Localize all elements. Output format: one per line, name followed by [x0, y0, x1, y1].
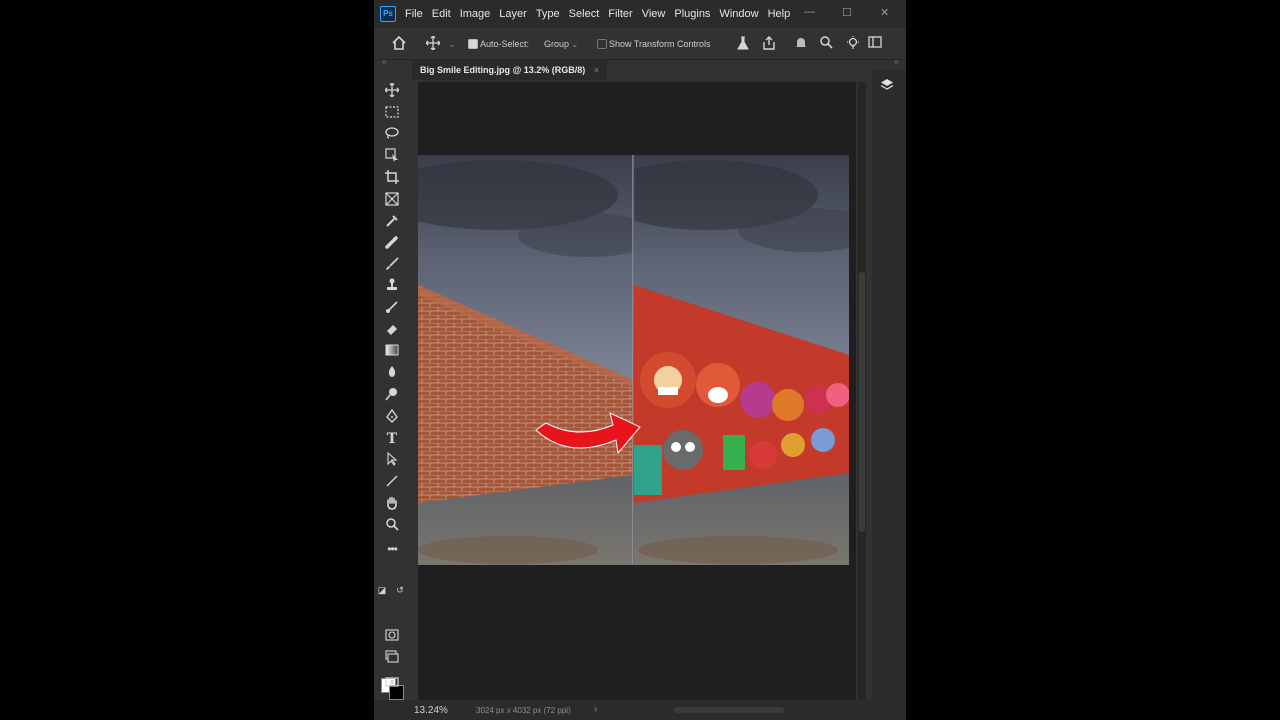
path-select-tool-icon[interactable]	[383, 451, 401, 470]
auto-select-mode-dropdown[interactable]: Group	[544, 39, 569, 49]
workspace-icon[interactable]	[868, 36, 882, 51]
menu-edit[interactable]: Edit	[432, 8, 451, 20]
crop-tool-icon[interactable]	[383, 170, 401, 188]
history-brush-tool-icon[interactable]	[383, 300, 401, 318]
collapse-left-icon[interactable]: «	[382, 57, 386, 66]
vertical-scroll-thumb[interactable]	[859, 272, 865, 532]
more-tools-icon[interactable]: •••	[383, 540, 401, 558]
document-tab-title: Big Smile Editing.jpg @ 13.2% (RGB/8)	[420, 65, 586, 75]
hand-tool-icon[interactable]	[383, 496, 401, 514]
collapse-right-icon[interactable]: »	[894, 57, 898, 66]
move-tool-icon[interactable]	[383, 82, 401, 101]
eraser-tool-icon[interactable]	[383, 322, 401, 340]
capture-icon[interactable]	[383, 674, 401, 692]
transform-controls-label: Show Transform Controls	[609, 39, 711, 49]
line-tool-icon[interactable]	[383, 474, 401, 492]
clone-stamp-tool-icon[interactable]	[383, 278, 401, 296]
right-panel-dock	[872, 70, 906, 700]
menu-bar: Ps File Edit Image Layer Type Select Fil…	[374, 0, 906, 28]
menu-filter[interactable]: Filter	[608, 8, 632, 20]
menu-layer[interactable]: Layer	[499, 8, 527, 20]
swap-colors-icon[interactable]: ↺	[395, 581, 405, 599]
menu-window[interactable]: Window	[719, 8, 758, 20]
type-tool-icon[interactable]: T	[383, 430, 401, 448]
before-after-image	[418, 155, 849, 565]
tools-panel: T ••• ◪ ↺	[374, 78, 410, 700]
eyedropper-tool-icon[interactable]	[383, 214, 401, 232]
menu-items: File Edit Image Layer Type Select Filter…	[405, 8, 799, 20]
menu-help[interactable]: Help	[768, 8, 791, 20]
minimize-button[interactable]: —	[804, 6, 815, 18]
auto-select-checkbox[interactable]	[468, 39, 478, 49]
menu-image[interactable]: Image	[460, 8, 491, 20]
screen-mode-icon[interactable]	[383, 650, 401, 668]
transform-controls-checkbox[interactable]	[597, 39, 607, 49]
auto-select-label: Auto-Select:	[480, 39, 530, 49]
menu-view[interactable]: View	[642, 8, 666, 20]
menu-select[interactable]: Select	[569, 8, 600, 20]
menu-plugins[interactable]: Plugins	[674, 8, 710, 20]
search-icon[interactable]	[820, 36, 833, 52]
horizontal-scrollbar[interactable]	[674, 707, 784, 713]
share-icon[interactable]	[762, 36, 776, 53]
close-tab-icon[interactable]: ×	[594, 65, 599, 75]
close-button[interactable]: ✕	[880, 6, 889, 19]
maximize-button[interactable]: ☐	[842, 6, 852, 19]
object-select-tool-icon[interactable]	[383, 148, 401, 166]
home-icon[interactable]	[392, 35, 406, 53]
brush-tool-icon[interactable]	[383, 257, 401, 275]
menu-file[interactable]: File	[405, 8, 423, 20]
options-bar: ⌄ Auto-Select: Group ⌄ Show Transform Co…	[374, 28, 906, 60]
notification-icon[interactable]	[794, 36, 808, 53]
photoshop-window: Ps File Edit Image Layer Type Select Fil…	[374, 0, 906, 720]
status-bar: 13.24% 3024 px x 4032 px (72 ppi) ›	[374, 700, 906, 720]
zoom-level[interactable]: 13.24%	[414, 705, 448, 716]
flask-icon[interactable]	[736, 36, 750, 53]
lightbulb-icon[interactable]	[846, 36, 860, 53]
dodge-tool-icon[interactable]	[383, 387, 401, 405]
app-logo: Ps	[380, 6, 396, 22]
document-tab[interactable]: Big Smile Editing.jpg @ 13.2% (RGB/8) ×	[412, 60, 608, 80]
frame-tool-icon[interactable]	[383, 192, 401, 210]
zoom-tool-icon[interactable]	[383, 518, 401, 536]
marquee-tool-icon[interactable]	[383, 105, 401, 123]
gradient-tool-icon[interactable]	[383, 343, 401, 361]
quick-mask-icon[interactable]	[383, 628, 401, 646]
default-colors-icon[interactable]: ◪	[377, 581, 387, 599]
blur-tool-icon[interactable]	[383, 365, 401, 383]
pen-tool-icon[interactable]	[383, 408, 401, 427]
document-info[interactable]: 3024 px x 4032 px (72 ppi)	[476, 706, 571, 715]
layers-icon[interactable]	[880, 78, 894, 95]
canvas-area[interactable]	[418, 82, 856, 700]
move-tool-preset-icon[interactable]	[425, 35, 441, 53]
vertical-scrollbar[interactable]	[858, 82, 866, 700]
menu-type[interactable]: Type	[536, 8, 560, 20]
spot-healing-tool-icon[interactable]	[383, 235, 401, 253]
lasso-tool-icon[interactable]	[383, 126, 401, 144]
chevron-down-icon[interactable]: ⌄	[571, 39, 579, 50]
status-menu-arrow[interactable]: ›	[594, 704, 597, 715]
document-image[interactable]	[418, 155, 849, 565]
chevron-down-icon[interactable]: ⌄	[448, 39, 456, 50]
